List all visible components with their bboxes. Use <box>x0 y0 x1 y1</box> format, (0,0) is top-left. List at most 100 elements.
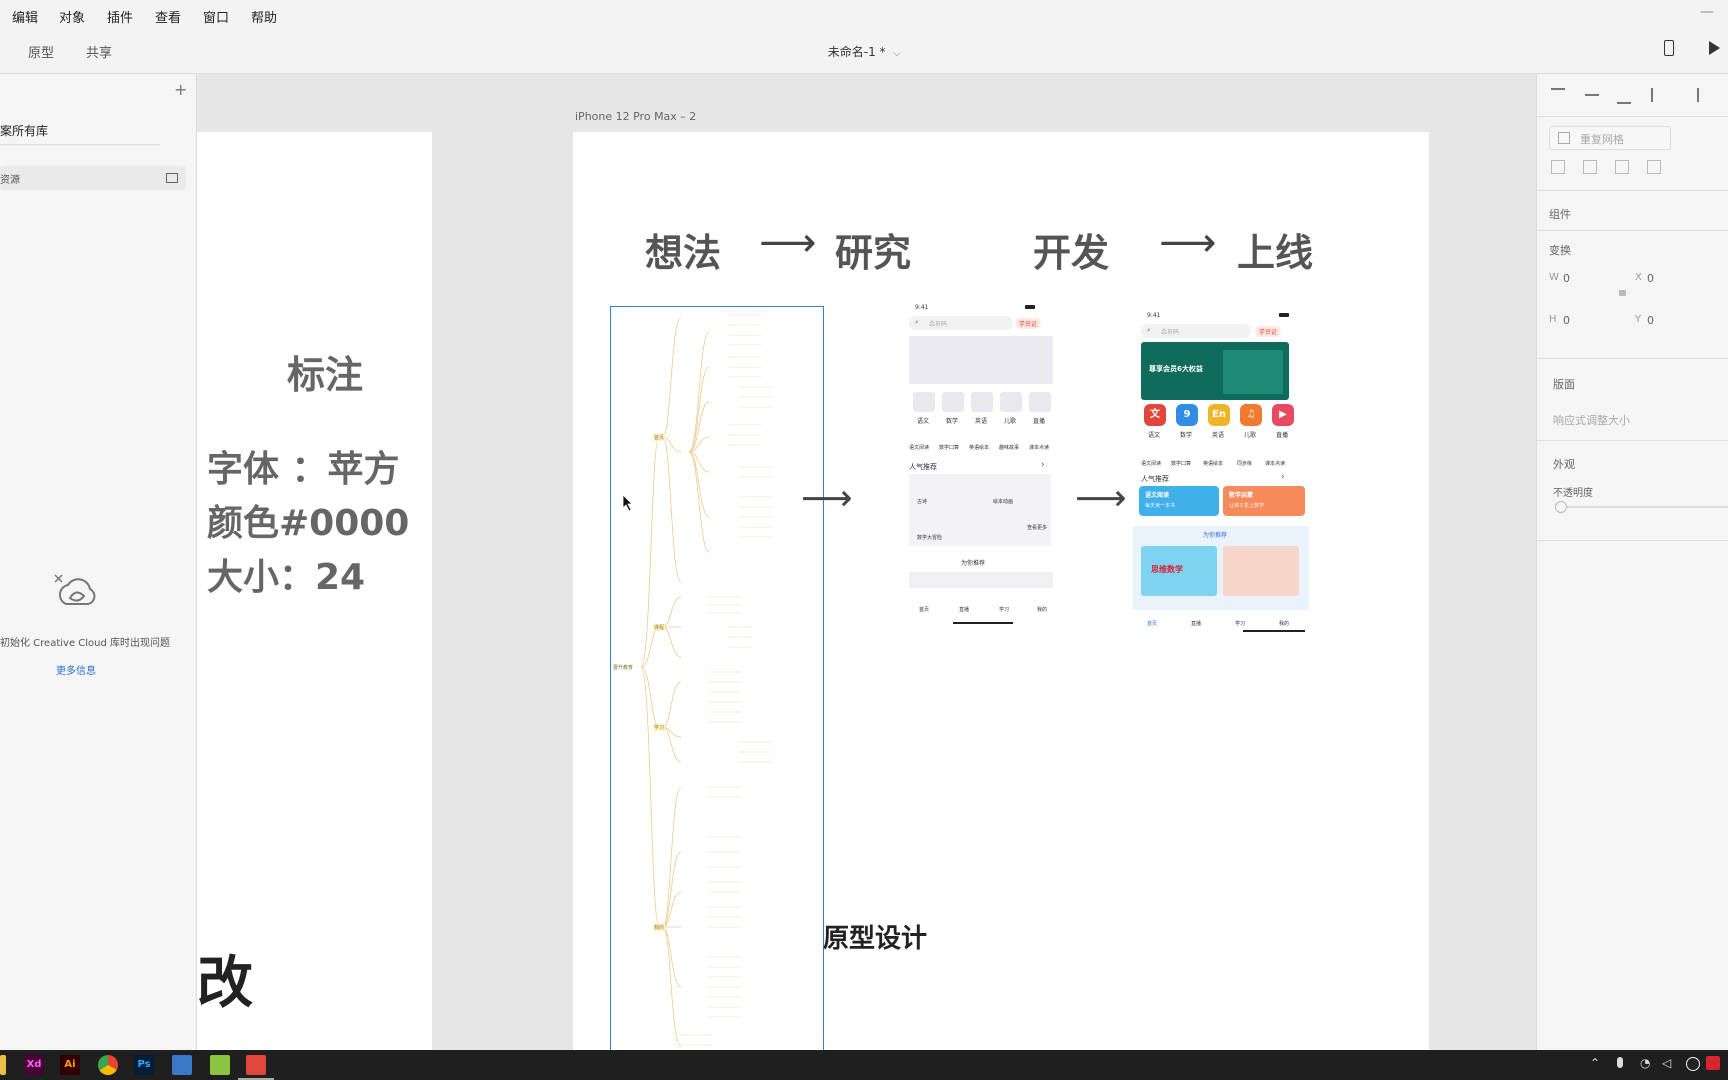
align-bottom-icon[interactable] <box>1617 88 1631 104</box>
more-info-link[interactable]: 更多信息 <box>56 662 96 677</box>
tab-label[interactable]: 直播 <box>1191 620 1201 627</box>
subcategory-label: 数学口算 <box>1171 461 1192 467</box>
menu-object[interactable]: 对象 <box>59 7 85 26</box>
volume-icon[interactable]: ◁ <box>1662 1056 1671 1070</box>
feature-card-reading[interactable]: 语文阅读 每天读一本书 <box>1139 486 1219 516</box>
exclude-icon[interactable] <box>1647 160 1661 174</box>
vip-badge[interactable]: 学员证 <box>1015 318 1042 329</box>
resource-item[interactable]: 资源 <box>0 166 186 190</box>
category-label: 数学 <box>1180 432 1193 439</box>
hifi-phone[interactable]: 9:41 ⌕ 会员码 学员证 尊享会员6大权益 文语文 9 数学 En 英语 ♫ 儿歌 ▶ 直播… <box>1133 312 1309 632</box>
annotation-title: 标注 <box>287 353 364 397</box>
height-value[interactable]: 0 <box>1563 314 1570 327</box>
step-launch: 上线 <box>1237 231 1314 275</box>
microphone-icon[interactable] <box>1617 1057 1623 1068</box>
menu-plugins[interactable]: 插件 <box>107 7 133 26</box>
banner-placeholder <box>909 336 1053 384</box>
x-value[interactable]: 0 <box>1647 272 1654 285</box>
chevron-right-icon[interactable]: › <box>1281 472 1285 482</box>
category-icon[interactable]: ♫ <box>1240 404 1262 426</box>
course-thumbnail[interactable] <box>1223 546 1299 596</box>
network-icon[interactable]: ◔ <box>1640 1056 1650 1070</box>
y-value[interactable]: 0 <box>1647 314 1654 327</box>
intersect-icon[interactable] <box>1615 160 1629 174</box>
screenshot-app-icon[interactable] <box>172 1055 192 1075</box>
feature-card-math[interactable]: 数学启蒙 让孩子爱上数学 <box>1223 486 1305 516</box>
illustrator-app-icon[interactable]: Ai <box>60 1055 80 1075</box>
vip-badge[interactable]: 学员证 <box>1255 326 1282 337</box>
union-icon[interactable] <box>1551 160 1565 174</box>
width-value[interactable]: 0 <box>1563 272 1570 285</box>
align-toolbar <box>1551 86 1728 106</box>
x-label: X <box>1635 272 1642 283</box>
status-time: 9:41 <box>915 304 929 311</box>
menu-help[interactable]: 帮助 <box>251 7 277 26</box>
divider <box>1537 230 1728 231</box>
category-icon[interactable] <box>1000 392 1022 412</box>
qq-icon[interactable] <box>1686 1057 1700 1071</box>
menu-edit[interactable]: 编辑 <box>12 7 38 26</box>
subtract-icon[interactable] <box>1583 160 1597 174</box>
align-middle-icon[interactable] <box>1585 94 1599 96</box>
photoshop-app-icon[interactable]: Ps <box>134 1055 154 1075</box>
tab-label[interactable]: 我的 <box>1279 620 1289 627</box>
member-banner[interactable]: 尊享会员6大权益 <box>1141 342 1289 400</box>
play-icon[interactable] <box>1709 41 1720 55</box>
category-icon[interactable] <box>942 392 964 412</box>
distribute-icon[interactable] <box>1651 88 1653 102</box>
category-label: 数学 <box>946 418 959 425</box>
category-icon[interactable]: ▶ <box>1272 404 1294 426</box>
search-icon: ⌕ <box>1147 326 1151 334</box>
category-icon[interactable] <box>913 392 935 412</box>
minimize-button[interactable]: — <box>1700 4 1714 20</box>
category-icon[interactable]: 9 <box>1176 404 1198 426</box>
xd-app-icon[interactable]: Xd <box>24 1055 44 1075</box>
folder-app-icon[interactable] <box>0 1055 6 1075</box>
opacity-slider[interactable] <box>1561 506 1728 508</box>
editor-app-icon[interactable] <box>210 1055 230 1075</box>
align-top-icon[interactable] <box>1551 88 1565 104</box>
lock-icon[interactable] <box>1619 290 1626 296</box>
align-left-icon[interactable] <box>1697 88 1713 102</box>
menu-window[interactable]: 窗口 <box>203 7 229 26</box>
home-indicator <box>1243 630 1305 632</box>
annotation-artboard[interactable]: 标注 字体 ：苹方 颜色#0000 大小：24 改 <box>197 132 432 1050</box>
chevron-up-icon[interactable]: ⌃ <box>1590 1056 1600 1070</box>
tab-label[interactable]: 首页 <box>919 606 929 613</box>
repeat-grid-button[interactable]: 重复网格 <box>1549 126 1671 150</box>
search-placeholder: 会员码 <box>929 321 948 328</box>
antivirus-icon[interactable] <box>1706 1056 1720 1070</box>
iphone-artboard[interactable]: 想法 ⟶ 研究 开发 ⟶ 上线 晋升教育 首页 课程 学习 我的 ⟶ ⟶ 9:4… <box>573 132 1429 1050</box>
wireframe-phone[interactable]: 9:41 ⌕ 会员码 学员证 语文 数学 英语 儿歌 直播 语文阅读 数学口算 … <box>903 302 1053 632</box>
recorder-app-icon[interactable] <box>246 1055 266 1075</box>
tab-label[interactable]: 学习 <box>999 606 1009 613</box>
folder-icon[interactable] <box>166 173 178 183</box>
tab-label[interactable]: 我的 <box>1037 606 1047 613</box>
chrome-app-icon[interactable] <box>98 1055 118 1075</box>
category-icon[interactable]: En <box>1208 404 1230 426</box>
tab-label[interactable]: 首页 <box>1147 620 1157 627</box>
mindmap-image[interactable]: 晋升教育 首页 课程 学习 我的 <box>610 306 824 1050</box>
responsive-resize-toggle[interactable]: 响应式调整大小 <box>1553 412 1630 428</box>
course-thumbnail[interactable]: 思维数学 <box>1141 546 1217 596</box>
repeat-grid-label: 重复网格 <box>1580 133 1624 146</box>
category-icon[interactable] <box>1029 392 1051 412</box>
opacity-slider-handle[interactable] <box>1555 501 1567 513</box>
category-label: 英语 <box>975 418 988 425</box>
artboard-name[interactable]: iPhone 12 Pro Max – 2 <box>575 110 696 123</box>
document-title[interactable]: 未命名-1 * ⌵ <box>0 43 1728 60</box>
device-preview-icon[interactable] <box>1664 40 1674 56</box>
menu-view[interactable]: 查看 <box>155 7 181 26</box>
category-icon[interactable]: 文 <box>1144 404 1166 426</box>
tab-label[interactable]: 直播 <box>959 606 969 613</box>
search-bar[interactable]: ⌕ 会员码 <box>1141 324 1251 338</box>
resource-item-label: 资源 <box>0 175 20 186</box>
design-canvas[interactable]: 标注 字体 ：苹方 颜色#0000 大小：24 改 iPhone 12 Pro … <box>197 74 1535 1050</box>
step-develop: 开发 <box>1033 231 1110 275</box>
category-icon[interactable] <box>971 392 993 412</box>
add-icon[interactable]: + <box>174 80 187 99</box>
recommend-placeholder <box>909 572 1053 588</box>
tab-label[interactable]: 学习 <box>1235 620 1245 627</box>
search-bar[interactable]: ⌕ 会员码 <box>909 316 1013 330</box>
chevron-right-icon[interactable]: › <box>1041 460 1045 470</box>
